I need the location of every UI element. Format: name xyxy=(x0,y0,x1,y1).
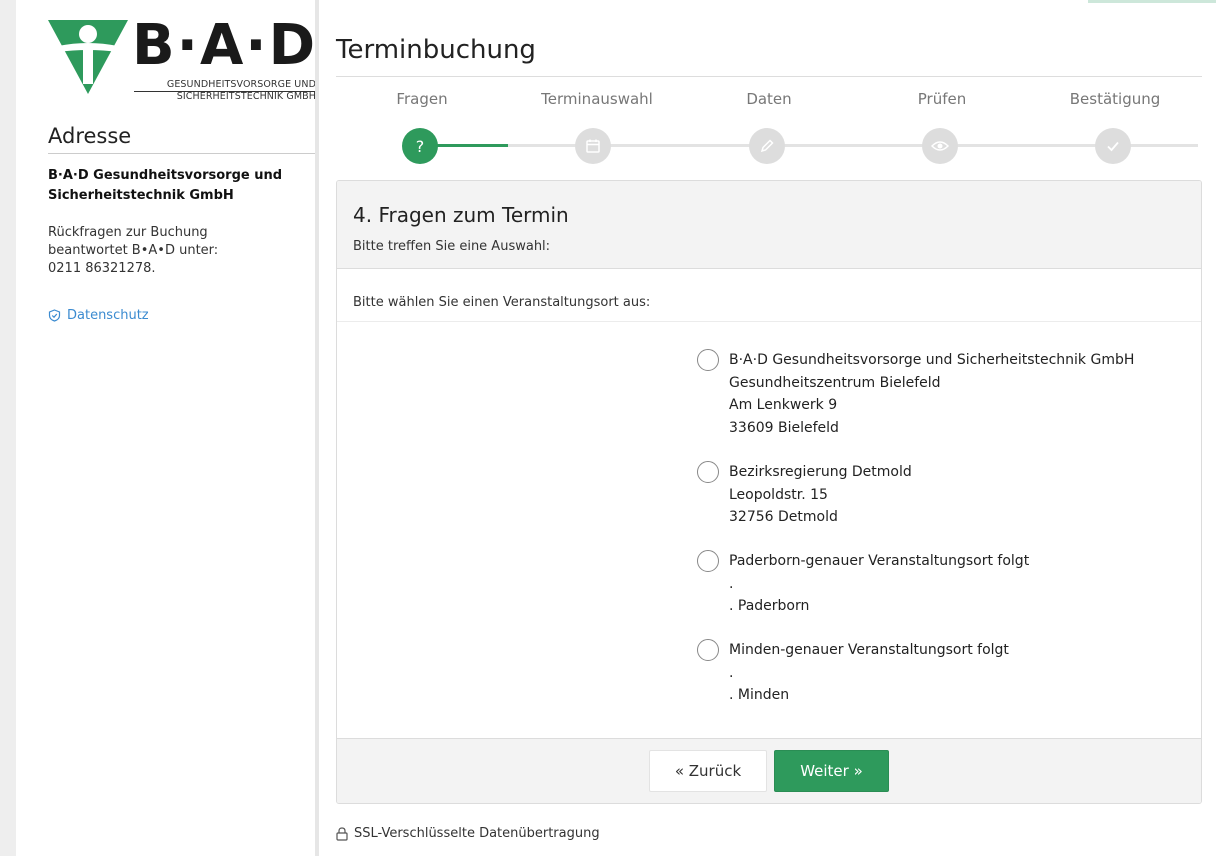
booking-main: Terminbuchung Fragen Terminauswahl Daten… xyxy=(336,0,1202,856)
option-line: . Paderborn xyxy=(729,598,810,614)
option-line: B·A·D Gesundheitsvorsorge und Sicherheit… xyxy=(729,352,1135,368)
step-circle-pruefen xyxy=(922,128,958,164)
step-circle-terminauswahl xyxy=(575,128,611,164)
option-line: . Minden xyxy=(729,687,790,703)
next-button[interactable]: Weiter » xyxy=(774,750,889,792)
option-label: Paderborn-genauer Veranstaltungsort folg… xyxy=(729,550,1029,618)
logo-wordmark: B·A·D xyxy=(132,13,318,78)
company-name: B·A·D Gesundheitsvorsorge und Sicherheit… xyxy=(48,168,283,203)
radio-button[interactable] xyxy=(697,639,719,661)
calendar-icon xyxy=(586,139,600,153)
shield-icon xyxy=(48,309,61,322)
location-option-minden[interactable]: Minden-genauer Veranstaltungsort folgt .… xyxy=(697,639,1009,707)
logo-rule xyxy=(134,91,316,92)
step-label-terminauswahl: Terminauswahl xyxy=(541,90,653,108)
radio-button[interactable] xyxy=(697,461,719,483)
card-title: 4. Fragen zum Termin xyxy=(353,203,569,227)
step-label-bestaetigung: Bestätigung xyxy=(1069,90,1161,108)
check-icon xyxy=(1107,141,1119,152)
card-header: 4. Fragen zum Termin Bitte treffen Sie e… xyxy=(337,181,1201,269)
question-rule xyxy=(337,321,1201,322)
step-label-daten: Daten xyxy=(746,90,792,108)
logo-subtitle-line2: SICHERHEITSTECHNIK GMBH xyxy=(176,91,316,102)
bad-emblem-icon xyxy=(48,20,128,94)
option-label: B·A·D Gesundheitsvorsorge und Sicherheit… xyxy=(729,349,1134,439)
step-circle-bestaetigung xyxy=(1095,128,1131,164)
step-label-fragen: Fragen xyxy=(396,90,448,108)
location-option-paderborn[interactable]: Paderborn-genauer Veranstaltungsort folg… xyxy=(697,550,1029,618)
step-circle-fragen: ? xyxy=(402,128,438,164)
option-line: 33609 Bielefeld xyxy=(729,419,839,436)
card-footer: « Zurück Weiter » xyxy=(337,738,1201,803)
pencil-icon xyxy=(760,139,774,153)
option-line: 32756 Detmold xyxy=(729,509,838,525)
location-option-bielefeld[interactable]: B·A·D Gesundheitsvorsorge und Sicherheit… xyxy=(697,349,1134,439)
bad-logo: B·A·D GESUNDHEITSVORSORGE UND SICHERHEIT… xyxy=(32,16,316,116)
logo-subtitle-line1: GESUNDHEITSVORSORGE UND xyxy=(166,79,316,90)
progress-steps: Fragen Terminauswahl Daten Prüfen Bestät… xyxy=(336,86,1202,166)
question-text: Bitte wählen Sie einen Veranstaltungsort… xyxy=(353,295,651,310)
question-icon: ? xyxy=(415,136,425,156)
ssl-label: SSL-Verschlüsselte Datenübertragung xyxy=(354,826,600,841)
location-option-detmold[interactable]: Bezirksregierung Detmold Leopoldstr. 15 … xyxy=(697,461,912,529)
eye-icon xyxy=(931,141,949,151)
privacy-link[interactable]: Datenschutz xyxy=(48,308,149,323)
back-button[interactable]: « Zurück xyxy=(649,750,767,792)
option-line: Bezirksregierung Detmold xyxy=(729,464,912,480)
option-line: Leopoldstr. 15 xyxy=(729,486,828,503)
option-line: . xyxy=(729,575,734,592)
sidebar-divider xyxy=(315,0,319,856)
contact-info: Rückfragen zur Buchung beantwortet B•A•D… xyxy=(48,224,315,278)
option-line: Am Lenkwerk 9 xyxy=(729,397,838,413)
title-rule xyxy=(336,76,1202,77)
privacy-link-label: Datenschutz xyxy=(67,308,149,323)
contact-line: Rückfragen zur Buchung xyxy=(48,225,208,240)
option-line: Paderborn-genauer Veranstaltungsort folg… xyxy=(729,553,1030,569)
step-label-pruefen: Prüfen xyxy=(917,90,967,108)
option-line: . xyxy=(729,664,734,681)
radio-button[interactable] xyxy=(697,550,719,572)
page-title: Terminbuchung xyxy=(336,35,536,65)
radio-button[interactable] xyxy=(697,349,719,371)
address-heading: Adresse xyxy=(48,124,315,154)
sidebar: B·A·D GESUNDHEITSVORSORGE UND SICHERHEIT… xyxy=(16,0,316,856)
card-subtitle: Bitte treffen Sie eine Auswahl: xyxy=(353,239,551,254)
option-line: Minden-genauer Veranstaltungsort folgt xyxy=(729,642,1009,658)
step-circle-daten xyxy=(749,128,785,164)
option-label: Minden-genauer Veranstaltungsort folgt .… xyxy=(729,639,1009,707)
lock-icon xyxy=(336,826,348,841)
question-card: 4. Fragen zum Termin Bitte treffen Sie e… xyxy=(336,180,1202,804)
contact-phone: 0211 86321278. xyxy=(48,261,156,276)
ssl-notice: SSL-Verschlüsselte Datenübertragung xyxy=(336,826,600,841)
option-line: Gesundheitszentrum Bielefeld xyxy=(729,374,941,391)
contact-line: beantwortet B•A•D unter: xyxy=(48,243,219,258)
option-label: Bezirksregierung Detmold Leopoldstr. 15 … xyxy=(729,461,912,529)
left-margin xyxy=(0,0,16,856)
